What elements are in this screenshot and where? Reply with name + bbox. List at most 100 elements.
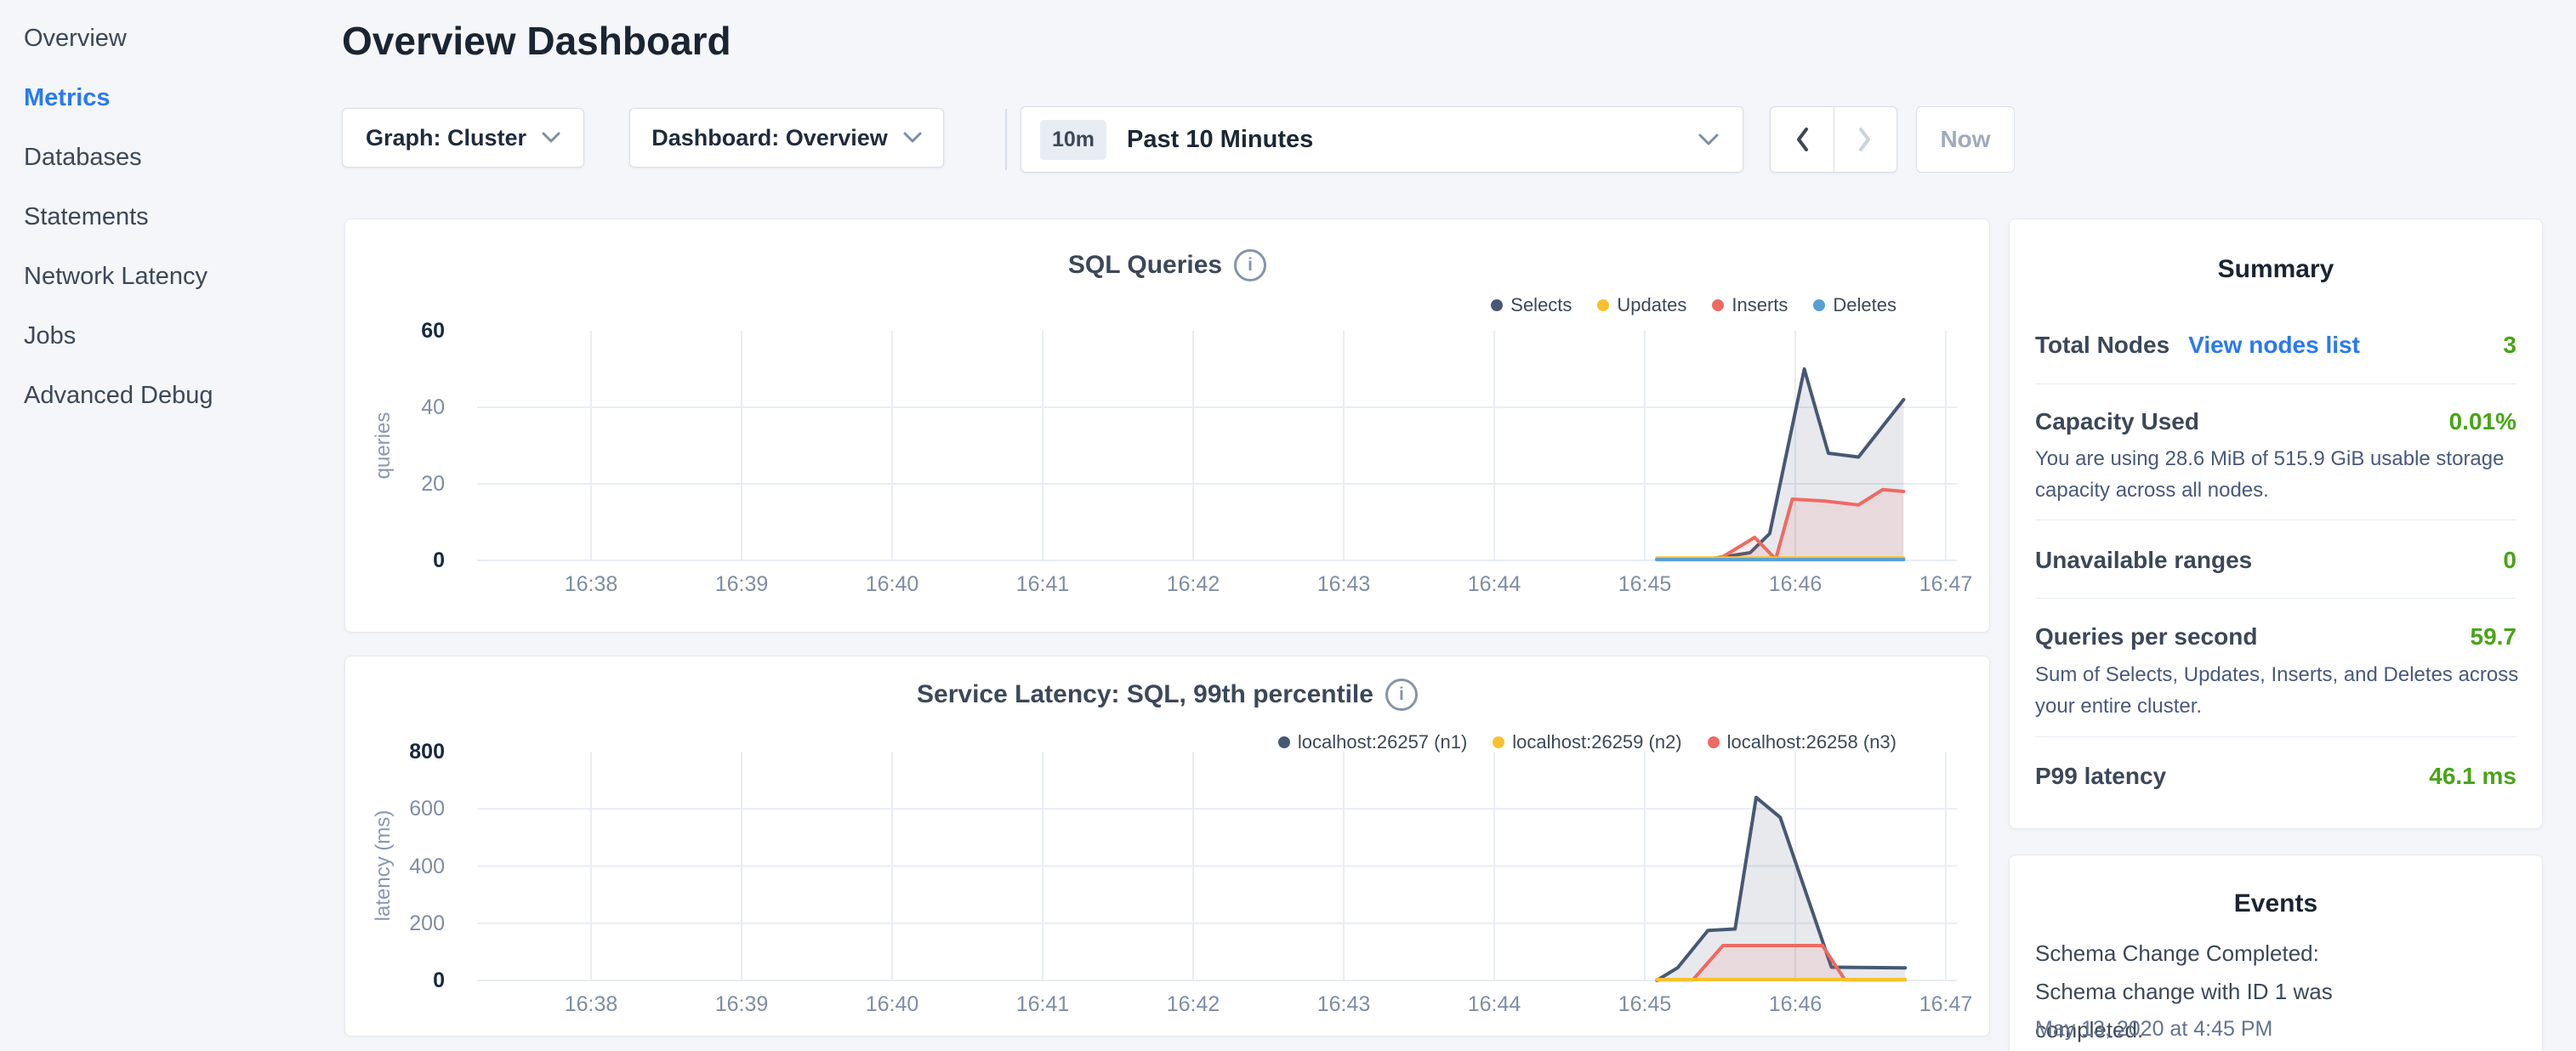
legend-dot-icon [1493, 736, 1504, 748]
time-back-button[interactable] [1771, 107, 1834, 172]
legend-dot-icon [1491, 299, 1503, 311]
x-tick-label: 16:39 [691, 572, 793, 597]
summary-description: Sum of Selects, Updates, Inserts, and De… [2035, 659, 2535, 722]
y-axis-unit-label: queries [372, 412, 395, 480]
time-forward-button[interactable] [1834, 107, 1897, 172]
sidebar-item-jobs[interactable]: Jobs [0, 306, 340, 366]
x-tick-label: 16:43 [1293, 992, 1395, 1017]
summary-row-total-nodes: Total Nodes View nodes list 3 [2035, 330, 2516, 361]
y-tick-label: 400 [345, 853, 445, 880]
service-latency-plot [345, 656, 1991, 1037]
divider [2035, 736, 2516, 737]
x-tick-label: 16:42 [1142, 992, 1244, 1017]
divider [2035, 598, 2516, 599]
x-tick-label: 16:40 [841, 992, 943, 1017]
x-tick-label: 16:45 [1594, 992, 1696, 1017]
legend-item: Selects [1491, 294, 1572, 316]
x-tick-label: 16:47 [1895, 992, 1997, 1017]
page-title: Overview Dashboard [342, 17, 731, 65]
summary-value: 0 [2503, 545, 2516, 576]
event-timestamp: May 13, 2020 at 4:45 PM [2035, 1017, 2272, 1042]
legend-dot-icon [1813, 299, 1825, 311]
events-panel: Events Schema Change Completed: Schema c… [2009, 855, 2543, 1051]
summary-label: Total Nodes [2035, 330, 2169, 361]
summary-row-queries-per-second: Queries per second 59.7 [2035, 622, 2516, 652]
y-tick-label: 0 [345, 967, 445, 994]
summary-value: 46.1 ms [2429, 761, 2516, 792]
legend-label: Updates [1617, 294, 1686, 316]
time-window-selector[interactable]: 10m Past 10 Minutes [1021, 106, 1743, 173]
sidebar-nav: Overview Metrics Databases Statements Ne… [0, 9, 340, 425]
x-tick-label: 16:38 [540, 992, 642, 1017]
x-tick-label: 16:44 [1443, 992, 1545, 1017]
legend-item: localhost:26258 (n3) [1708, 731, 1896, 753]
legend-label: localhost:26259 (n2) [1512, 731, 1681, 753]
legend-label: localhost:26257 (n1) [1298, 731, 1467, 753]
divider [2035, 383, 2516, 384]
sidebar-item-metrics[interactable]: Metrics [0, 68, 340, 128]
legend-dot-icon [1278, 736, 1290, 748]
legend-item: Inserts [1712, 294, 1788, 316]
toolbar-divider [1005, 109, 1007, 170]
chevron-down-icon [542, 132, 560, 144]
info-icon[interactable]: i [1234, 249, 1266, 281]
time-window-label: Past 10 Minutes [1127, 126, 1313, 154]
graph-scope-dropdown[interactable]: Graph: Cluster [342, 108, 584, 168]
time-window-badge: 10m [1040, 120, 1106, 160]
x-tick-label: 16:41 [992, 992, 1094, 1017]
chevron-right-icon [1858, 127, 1872, 152]
sidebar-item-overview[interactable]: Overview [0, 9, 340, 68]
legend-item: Deletes [1813, 294, 1896, 316]
sidebar-item-statements[interactable]: Statements [0, 187, 340, 247]
now-button[interactable]: Now [1916, 106, 2015, 173]
legend-label: localhost:26258 (n3) [1727, 731, 1896, 753]
chart-title: Service Latency: SQL, 99th percentile [917, 680, 1373, 708]
sql-queries-plot [345, 219, 1991, 633]
legend-dot-icon [1708, 736, 1720, 748]
legend-dot-icon [1712, 299, 1724, 311]
y-tick-label: 40 [345, 394, 445, 421]
chart-title: SQL Queries [1068, 251, 1222, 279]
chart-card-service-latency: Service Latency: SQL, 99th percentile i l… [344, 656, 1990, 1037]
events-title: Events [2010, 889, 2542, 918]
summary-row-unavailable-ranges: Unavailable ranges 0 [2035, 545, 2516, 576]
sidebar-item-advanced-debug[interactable]: Advanced Debug [0, 366, 340, 425]
dashboard-dropdown[interactable]: Dashboard: Overview [629, 108, 944, 168]
summary-panel: Summary Total Nodes View nodes list 3 Ca… [2009, 219, 2543, 829]
legend-item: localhost:26259 (n2) [1493, 731, 1681, 753]
cockroachdb-admin-console: Overview Metrics Databases Statements Ne… [0, 0, 2576, 1051]
legend-label: Inserts [1732, 294, 1788, 316]
y-tick-label: 0 [345, 547, 445, 574]
summary-label: Capacity Used [2035, 406, 2199, 437]
sidebar-item-databases[interactable]: Databases [0, 128, 340, 187]
y-tick-label: 600 [345, 795, 445, 822]
x-tick-label: 16:38 [540, 572, 642, 597]
chevron-down-icon [1698, 134, 1719, 146]
graph-scope-dropdown-label: Graph: Cluster [366, 125, 526, 151]
summary-value: 0.01% [2449, 406, 2516, 437]
x-tick-label: 16:40 [841, 572, 943, 597]
y-tick-label: 60 [345, 317, 445, 344]
summary-label: P99 latency [2035, 761, 2166, 792]
chevron-down-icon [903, 132, 922, 144]
summary-row-p99-latency: P99 latency 46.1 ms [2035, 761, 2516, 792]
summary-description: You are using 28.6 MiB of 515.9 GiB usab… [2035, 443, 2535, 506]
dashboard-dropdown-label: Dashboard: Overview [651, 125, 888, 151]
chevron-left-icon [1795, 127, 1809, 152]
y-tick-label: 200 [345, 910, 445, 937]
x-tick-label: 16:45 [1594, 572, 1696, 597]
info-icon[interactable]: i [1385, 679, 1418, 711]
x-tick-label: 16:39 [691, 992, 793, 1017]
summary-value: 3 [2503, 330, 2516, 361]
time-window-pager [1770, 106, 1897, 173]
y-tick-label: 800 [345, 738, 445, 765]
summary-title: Summary [2010, 255, 2542, 284]
legend-item: Updates [1597, 294, 1686, 316]
x-tick-label: 16:47 [1895, 572, 1997, 597]
x-tick-label: 16:46 [1744, 992, 1846, 1017]
chart-card-sql-queries: SQL Queries i Selects Updates Inserts Delete… [344, 219, 1990, 633]
view-nodes-list-link[interactable]: View nodes list [2188, 330, 2360, 361]
x-tick-label: 16:46 [1744, 572, 1846, 597]
legend-label: Deletes [1833, 294, 1896, 316]
sidebar-item-network-latency[interactable]: Network Latency [0, 247, 340, 306]
